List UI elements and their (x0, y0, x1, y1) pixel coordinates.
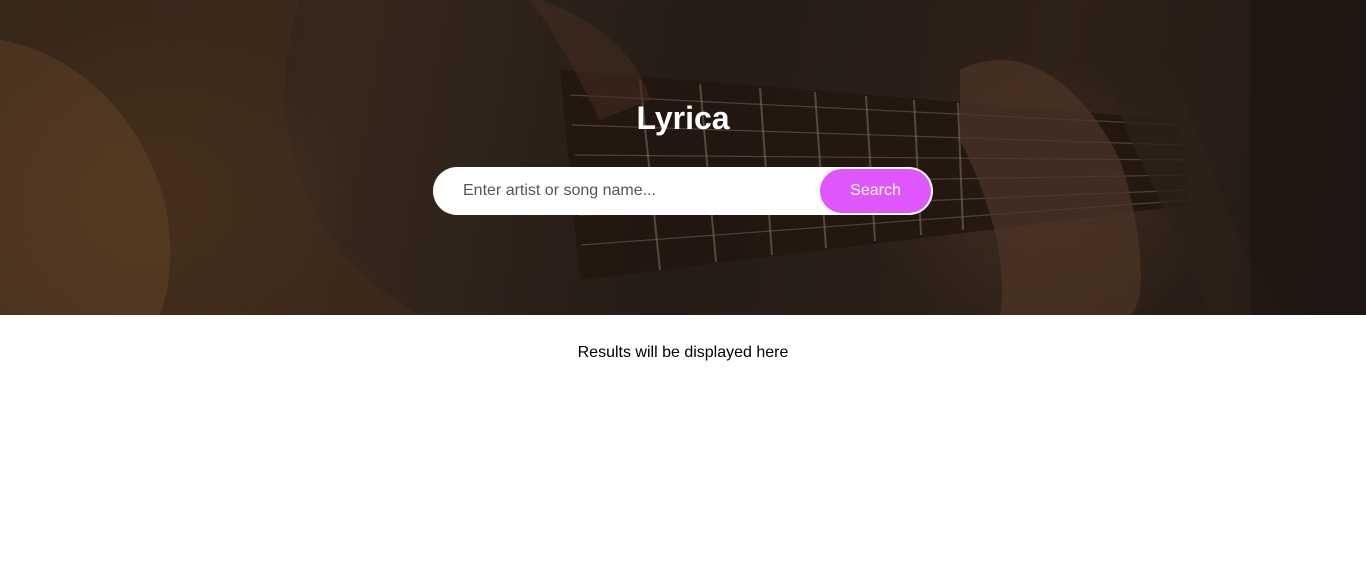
app-title: Lyrica (636, 100, 730, 136)
search-button[interactable]: Search (820, 169, 931, 213)
hero-content: Lyrica Search (0, 0, 1366, 315)
search-input[interactable] (433, 167, 818, 215)
search-form: Search (433, 167, 933, 215)
results-placeholder: Results will be displayed here (577, 344, 789, 361)
hero-banner: Lyrica Search (0, 0, 1366, 315)
